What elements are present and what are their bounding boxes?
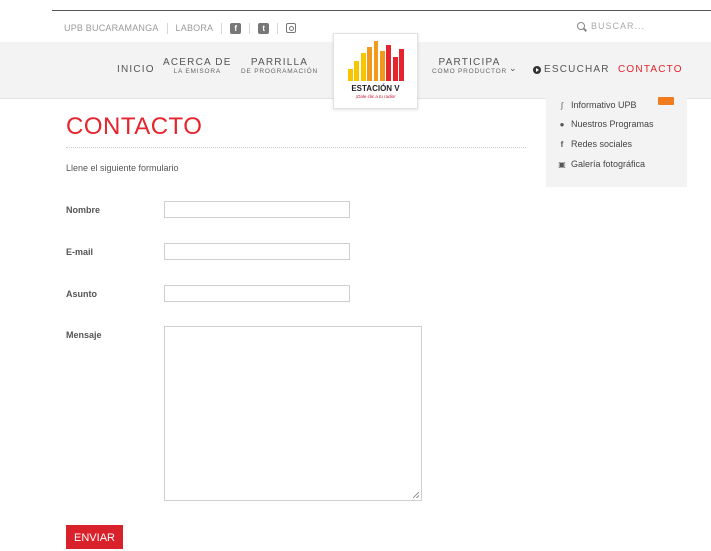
nav-item-parrilla[interactable]: PARRILLA DE PROGRAMACIÓN <box>241 57 318 76</box>
sidebar-item-label: Nuestros Programas <box>571 119 654 129</box>
logo-wordmark: ESTACIÓN V <box>351 84 400 93</box>
estacion-v-logo[interactable]: ESTACIÓN V ¡Dale clic a tu radio! <box>333 33 418 109</box>
enviar-button[interactable]: ENVIAR <box>66 525 123 549</box>
instagram-icon[interactable] <box>286 23 297 33</box>
search-icon[interactable] <box>577 22 585 30</box>
rss-icon: ∫ <box>560 100 564 110</box>
image-icon: ▣ <box>558 159 566 169</box>
play-icon <box>533 65 541 74</box>
nav-item-label: ESCUCHAR <box>544 64 610 75</box>
logo-bar <box>354 61 360 81</box>
page-title: CONTACTO <box>66 113 203 140</box>
nav-item-acerca-de[interactable]: ACERCA DE LA EMISORA <box>163 57 232 76</box>
logo-bar <box>348 69 353 81</box>
separator <box>277 22 279 34</box>
mensaje-textarea[interactable] <box>164 326 422 501</box>
sidebar-item-label: Galería fotográfica <box>571 159 646 169</box>
asunto-label: Asunto <box>66 289 97 299</box>
upb-bucaramanga-link[interactable]: UPB BUCARAMANGA <box>64 23 159 33</box>
nav-item-participa[interactable]: PARTICIPA COMO PRODUCTOR <box>432 57 507 76</box>
logo-bar <box>399 49 405 81</box>
twitter-icon[interactable]: t <box>258 22 270 34</box>
logo-bar <box>379 51 385 81</box>
separator <box>249 22 251 34</box>
microphone-icon: ● <box>559 119 565 129</box>
logo-bar <box>373 41 379 81</box>
logo-bar <box>367 47 373 81</box>
nav-item-label: INICIO <box>117 64 155 75</box>
email-input[interactable] <box>164 243 350 260</box>
sidebar-widget: ∫ Informativo UPB ● Nuestros Programas f… <box>546 96 687 187</box>
nav-item-escuchar[interactable]: ESCUCHAR <box>533 64 610 75</box>
facebook-icon: f <box>560 139 564 149</box>
separator <box>221 22 223 34</box>
top-border <box>52 10 711 11</box>
sidebar-item-label: Informativo UPB <box>571 100 637 110</box>
badge <box>658 97 675 105</box>
nombre-input[interactable] <box>164 201 350 218</box>
sidebar-item-programas[interactable]: ● Nuestros Programas <box>558 119 654 129</box>
logo-bar <box>360 53 366 81</box>
logo-tagline: ¡Dale clic a tu radio! <box>355 94 396 99</box>
nav-item-label: PARRILLA <box>250 57 309 68</box>
nav-item-sublabel: LA EMISORA <box>173 68 221 75</box>
sidebar-item-informativo[interactable]: ∫ Informativo UPB <box>558 97 675 110</box>
asunto-input[interactable] <box>164 285 350 302</box>
nav-item-label: PARTICIPA <box>438 57 501 68</box>
nav-item-sublabel: DE PROGRAMACIÓN <box>241 68 319 75</box>
equalizer-bars <box>348 41 405 81</box>
nav-item-contacto[interactable]: CONTACTO <box>618 64 683 75</box>
logo-bar <box>386 45 392 81</box>
mensaje-label: Mensaje <box>66 330 102 340</box>
nav-item-sublabel: COMO PRODUCTOR <box>432 68 507 75</box>
facebook-icon[interactable]: f <box>230 22 242 34</box>
form-intro-text: Llene el siguiente formulario <box>66 163 179 173</box>
nav-item-label: CONTACTO <box>618 64 683 75</box>
nombre-label: Nombre <box>66 205 101 215</box>
nav-item-inicio[interactable]: INICIO <box>117 64 155 75</box>
search-placeholder: BUSCAR... <box>591 21 646 31</box>
search-field[interactable]: BUSCAR... <box>577 21 645 31</box>
logo-bar <box>392 57 398 81</box>
sidebar-item-galeria[interactable]: ▣ Galería fotográfica <box>558 159 645 169</box>
sidebar-item-redes[interactable]: f Redes sociales <box>558 139 632 149</box>
sidebar-item-label: Redes sociales <box>571 139 633 149</box>
nav-item-label: ACERCA DE <box>163 57 232 68</box>
top-utility-bar: UPB BUCARAMANGA LABORA f t <box>64 20 297 36</box>
chevron-down-icon[interactable]: ⌄ <box>509 63 517 74</box>
resize-handle-icon[interactable] <box>413 492 419 498</box>
email-label: E-mail <box>66 247 94 257</box>
title-divider <box>66 147 526 148</box>
separator <box>166 22 168 34</box>
labora-link[interactable]: LABORA <box>176 23 214 33</box>
